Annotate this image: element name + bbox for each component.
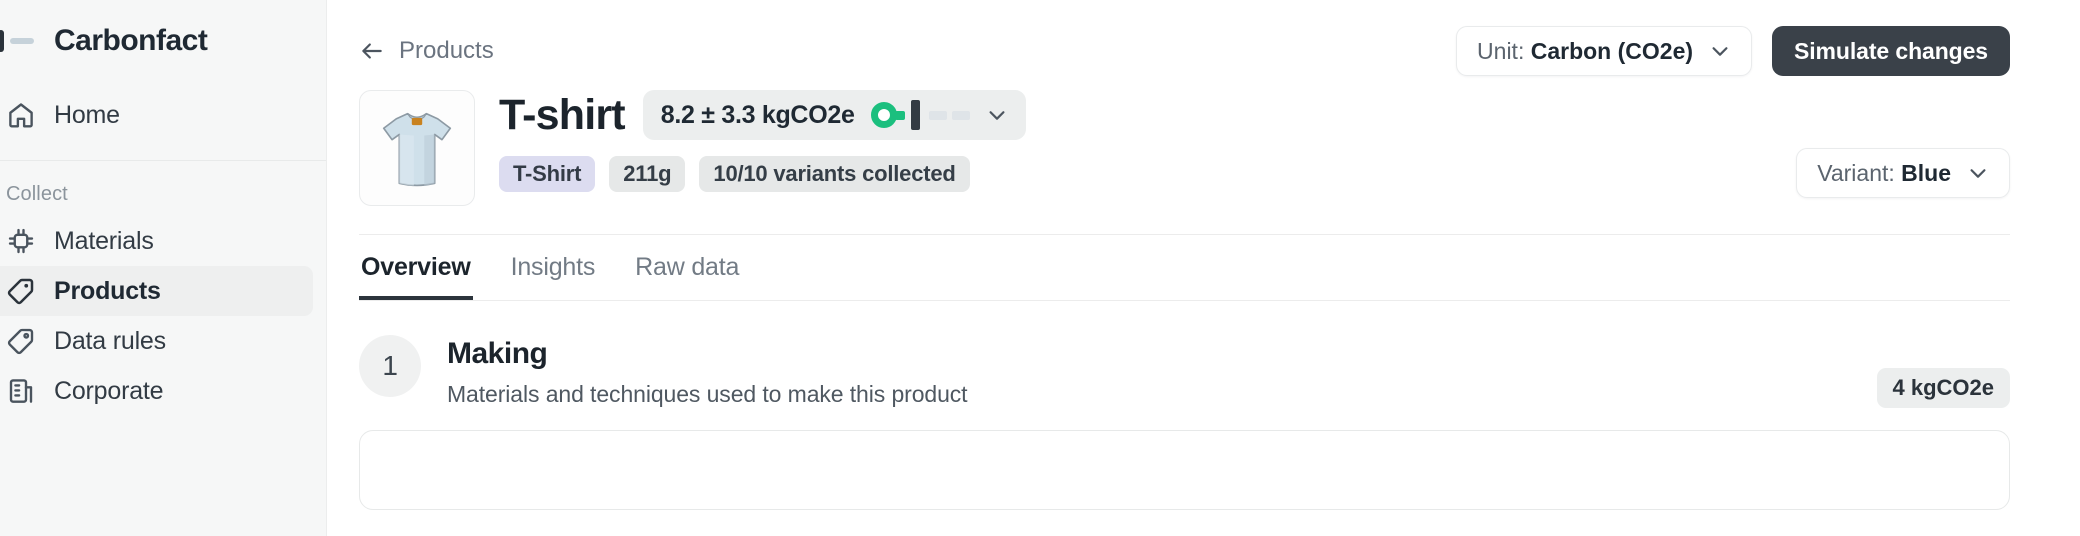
- product-tags: T-Shirt 211g 10/10 variants collected: [499, 156, 1772, 192]
- sidebar: Carbonfact Home Collect Materials Produc…: [0, 0, 327, 536]
- section-content-card[interactable]: [359, 430, 2010, 510]
- product-title-row: T-shirt 8.2 ± 3.3 kgCO2e: [499, 90, 1772, 140]
- product-tag-icon: [6, 276, 36, 306]
- topbar: Products Unit: Carbon (CO2e) Simulate ch…: [327, 0, 2080, 80]
- tab-overview[interactable]: Overview: [359, 239, 473, 300]
- tab-raw-data[interactable]: Raw data: [633, 239, 741, 300]
- sidebar-section-collect: Collect: [6, 183, 68, 205]
- main-content: Products Unit: Carbon (CO2e) Simulate ch…: [327, 0, 2080, 536]
- arrow-left-icon: [359, 38, 385, 64]
- product-header: T-shirt 8.2 ± 3.3 kgCO2e T-Shirt 211g 10…: [327, 80, 2080, 206]
- tab-insights[interactable]: Insights: [509, 239, 598, 300]
- section-title: Making: [447, 337, 548, 370]
- sidebar-item-label: Data rules: [54, 326, 166, 355]
- gauge-segment: [894, 110, 905, 120]
- weight-badge: 211g: [609, 156, 686, 192]
- tshirt-thumbnail: [365, 96, 469, 200]
- gauge-dot: [870, 102, 897, 128]
- section-text: Making Materials and techniques used to …: [447, 335, 1851, 408]
- sidebar-item-materials[interactable]: Materials: [0, 216, 313, 266]
- gauge-segment: [951, 110, 970, 120]
- gauge-segment: [928, 110, 947, 120]
- unit-select[interactable]: Unit: Carbon (CO2e): [1456, 26, 1753, 76]
- sidebar-item-label: Corporate: [54, 376, 164, 405]
- section-subtitle: Materials and techniques used to make th…: [447, 381, 968, 407]
- chip-icon: [6, 226, 36, 256]
- nav-primary: Home: [0, 82, 326, 150]
- sidebar-item-data-rules[interactable]: Data rules: [0, 316, 313, 366]
- tab-bar: Overview Insights Raw data: [327, 239, 2080, 300]
- sidebar-item-corporate[interactable]: Corporate: [0, 366, 313, 416]
- nav-collect: Materials Products Data rules Corporate: [0, 216, 326, 426]
- emission-gauge: [870, 100, 970, 130]
- brand[interactable]: Carbonfact: [0, 0, 326, 82]
- building-icon: [6, 376, 36, 406]
- tag-rule-icon: [6, 326, 36, 356]
- chevron-down-icon: [1709, 40, 1731, 62]
- variant-selector-wrap: Variant: Blue: [1796, 90, 2010, 198]
- sidebar-item-label: Materials: [54, 226, 154, 255]
- app-root: Carbonfact Home Collect Materials Produc…: [0, 0, 2080, 536]
- breadcrumb-label: Products: [399, 37, 494, 64]
- status-badge: T-Shirt: [499, 156, 596, 192]
- product-info: T-shirt 8.2 ± 3.3 kgCO2e T-Shirt 211g 10…: [499, 90, 1772, 192]
- variant-select-label: Variant: Blue: [1817, 159, 1951, 186]
- brand-name: Carbonfact: [54, 24, 208, 57]
- sidebar-item-home[interactable]: Home: [0, 90, 313, 140]
- simulate-changes-button[interactable]: Simulate changes: [1772, 26, 2010, 76]
- sidebar-item-products[interactable]: Products: [0, 266, 313, 316]
- breadcrumb-back-products[interactable]: Products: [359, 37, 494, 65]
- chevron-down-icon: [1967, 162, 1989, 184]
- home-icon: [6, 100, 36, 130]
- gauge-track: [894, 100, 970, 130]
- emission-value: 8.2 ± 3.3 kgCO2e: [660, 100, 855, 129]
- sidebar-item-label: Home: [54, 100, 120, 129]
- section-amount-badge: 4 kgCO2e: [1876, 368, 2010, 408]
- product-thumbnail[interactable]: [359, 90, 475, 206]
- sidebar-item-label: Products: [54, 276, 161, 305]
- page-title: T-shirt: [499, 90, 626, 139]
- chevron-down-icon: [986, 104, 1008, 126]
- gauge-marker: [910, 100, 920, 130]
- emission-badge[interactable]: 8.2 ± 3.3 kgCO2e: [642, 90, 1026, 140]
- unit-select-label: Unit: Carbon (CO2e): [1477, 37, 1694, 64]
- variant-select[interactable]: Variant: Blue: [1796, 148, 2010, 198]
- step-number-badge: 1: [359, 335, 421, 397]
- variants-collected-badge: 10/10 variants collected: [699, 156, 970, 192]
- section-making: 1 Making Materials and techniques used t…: [327, 301, 2080, 408]
- topbar-actions: Unit: Carbon (CO2e) Simulate changes: [1456, 26, 2010, 76]
- header-divider: [359, 234, 2010, 235]
- carbonfact-logo-icon: [0, 26, 40, 56]
